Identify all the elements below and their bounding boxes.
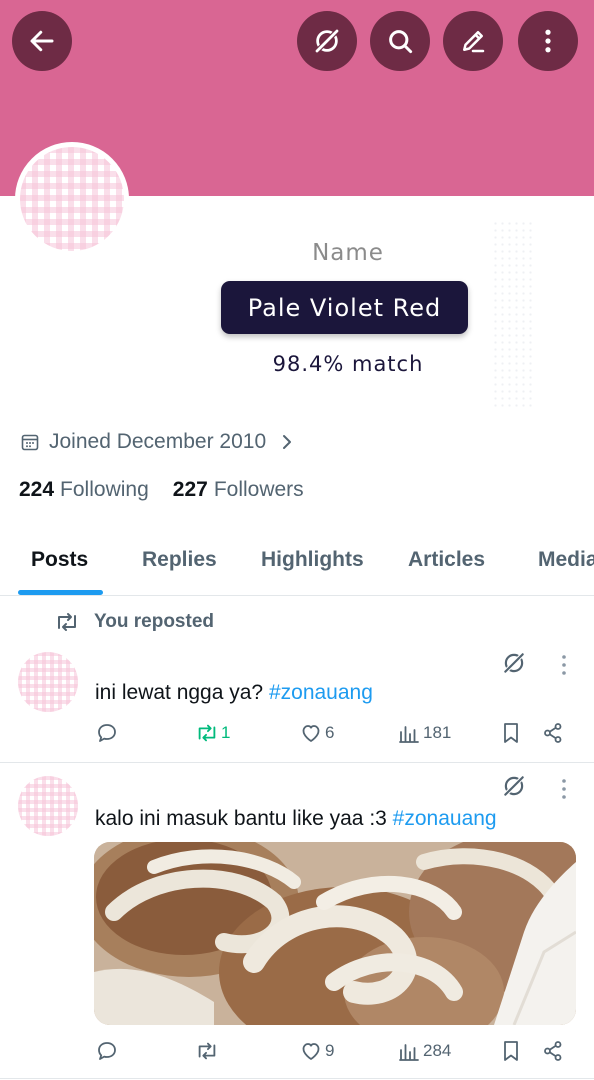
share-icon (544, 1041, 562, 1061)
following-label: Following (60, 478, 149, 501)
tab-articles[interactable]: Articles (408, 548, 485, 572)
tab-active-indicator (18, 590, 103, 595)
name-card: Name Pale Violet Red 98.4% match (162, 220, 534, 410)
like-count: 9 (325, 1041, 335, 1060)
post-author-avatar[interactable] (18, 652, 78, 712)
reply-icon (98, 724, 116, 742)
share-icon (544, 723, 562, 743)
bar-chart-icon (399, 1044, 419, 1061)
reply-icon (98, 1042, 116, 1060)
bookmark-button[interactable] (499, 721, 523, 745)
calendar-icon (21, 434, 39, 451)
post-text: ini lewat ngga ya? #zonauang (95, 681, 373, 705)
view-count: 181 (423, 723, 452, 742)
post-author-avatar[interactable] (18, 776, 78, 836)
bar-chart-icon (399, 726, 419, 743)
repost-note-text: You reposted (94, 611, 214, 632)
chevron-right-icon (283, 435, 292, 449)
post-body: kalo ini masuk bantu like yaa :3 (95, 807, 387, 830)
like-button[interactable]: 6 (299, 721, 334, 745)
post-image[interactable] (94, 842, 576, 1025)
post-body: ini lewat ngga ya? (95, 681, 264, 704)
back-button[interactable] (12, 11, 72, 71)
edit-icon (463, 31, 485, 53)
match-text: 98.4% match (272, 352, 424, 376)
like-button[interactable]: 9 (299, 1039, 334, 1063)
name-card-label: Name (312, 240, 384, 266)
joined-text: Joined December 2010 (49, 430, 267, 453)
retweet-button[interactable]: 1 (195, 721, 230, 745)
post-actions: 9 284 (95, 1039, 575, 1069)
profile-avatar[interactable] (15, 142, 129, 256)
views-button[interactable]: 181 (397, 721, 451, 745)
heart-icon (302, 1043, 320, 1060)
following-link[interactable]: 224 Following (19, 478, 149, 502)
followers-count: 227 (172, 478, 208, 501)
post-divider (0, 762, 594, 763)
tab-posts[interactable]: Posts (31, 548, 88, 572)
bookmark-icon (504, 723, 518, 743)
search-button[interactable] (370, 11, 430, 71)
follow-counts: 224 Following 227 Followers (19, 478, 328, 502)
reply-button[interactable] (95, 721, 119, 745)
bookmark-icon (504, 1041, 518, 1061)
joined-date-row[interactable]: Joined December 2010 (20, 430, 303, 454)
post-actions: 1 6 181 (95, 721, 575, 751)
more-button[interactable] (518, 11, 578, 71)
post-text: kalo ini masuk bantu like yaa :3 #zonaua… (95, 807, 497, 831)
tab-media[interactable]: Media (538, 548, 594, 572)
arrow-left-icon (30, 30, 54, 52)
followers-label: Followers (213, 478, 304, 501)
grok-button[interactable] (297, 11, 357, 71)
share-button[interactable] (541, 721, 565, 745)
repost-indicator: You reposted (54, 611, 214, 633)
hashtag-link[interactable]: #zonauang (269, 681, 373, 704)
like-count: 6 (325, 723, 335, 742)
cinnamon-roll-photo (94, 842, 576, 1025)
view-count: 284 (423, 1041, 452, 1060)
more-vertical-icon[interactable] (560, 778, 568, 800)
tab-highlights[interactable]: Highlights (261, 548, 364, 572)
color-name-pill: Pale Violet Red (221, 281, 468, 334)
hashtag-link[interactable]: #zonauang (393, 807, 497, 830)
heart-icon (302, 725, 320, 742)
grok-icon (315, 29, 339, 53)
post-divider (0, 1078, 594, 1079)
views-button[interactable]: 284 (397, 1039, 451, 1063)
following-count: 224 (19, 478, 55, 501)
tab-replies[interactable]: Replies (142, 548, 217, 572)
grok-icon[interactable] (501, 773, 527, 799)
retweet-button[interactable] (195, 1039, 221, 1063)
search-icon (389, 30, 413, 54)
followers-link[interactable]: 227 Followers (173, 478, 304, 502)
more-vertical-icon[interactable] (560, 654, 568, 676)
retweet-icon (198, 724, 216, 742)
grok-icon[interactable] (501, 650, 527, 676)
reply-button[interactable] (95, 1039, 119, 1063)
retweet-icon (198, 1042, 216, 1060)
share-button[interactable] (541, 1039, 565, 1063)
edit-button[interactable] (443, 11, 503, 71)
retweet-count: 1 (221, 723, 231, 742)
repost-icon (58, 613, 76, 631)
more-vertical-icon (545, 29, 551, 53)
profile-tabs: Posts Replies Highlights Articles Media (0, 530, 594, 596)
bookmark-button[interactable] (499, 1039, 523, 1063)
